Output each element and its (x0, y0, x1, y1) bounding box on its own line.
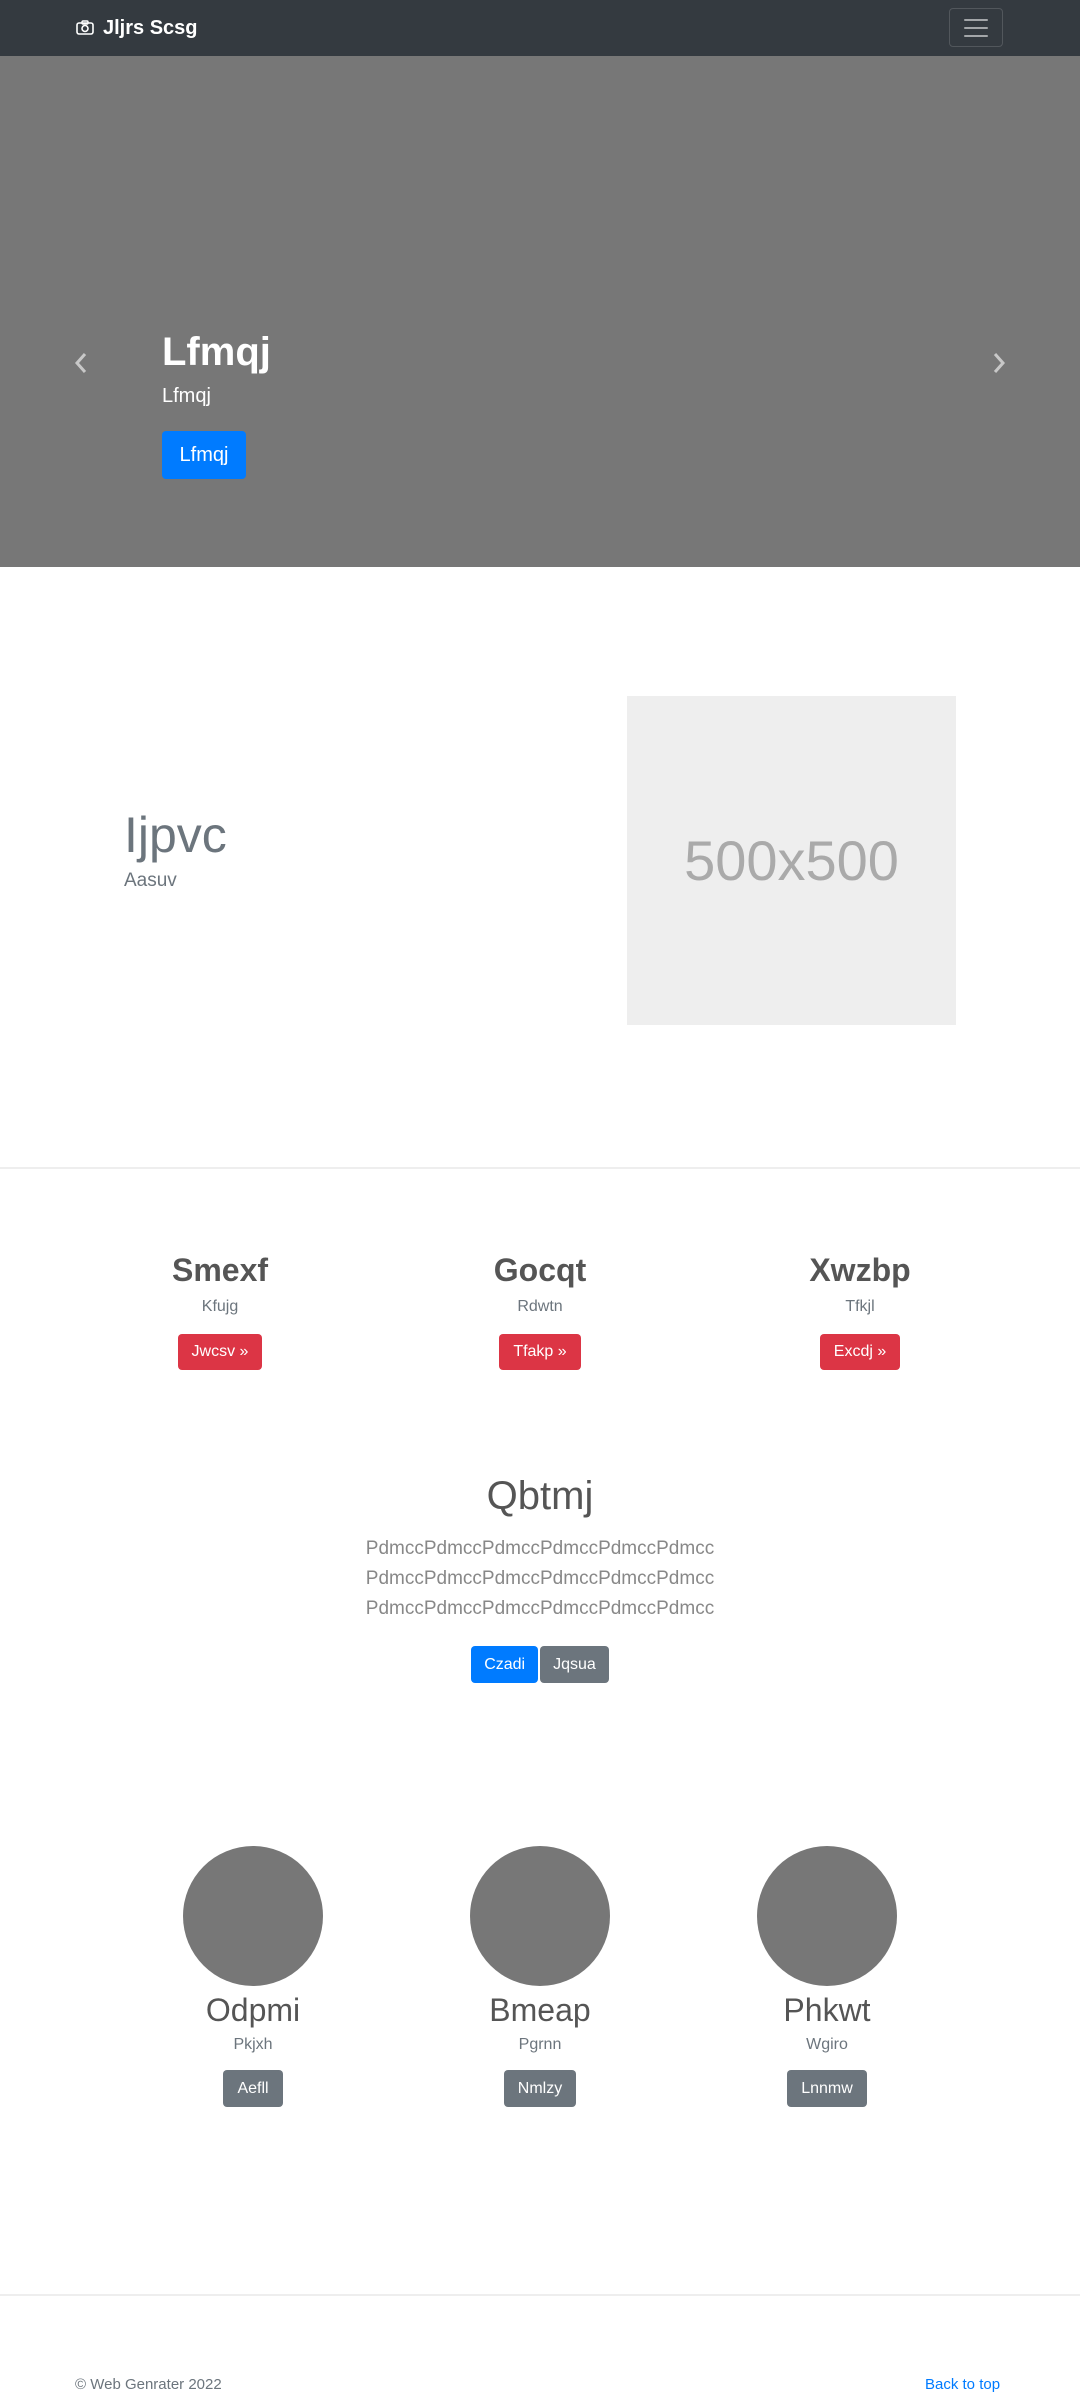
lead-line: PdmccPdmccPdmccPdmccPdmccPdmcc (365, 1568, 715, 1589)
footer-divider (0, 2294, 1080, 2296)
column-button[interactable]: Excdj » (819, 1334, 901, 1370)
person-button[interactable]: Lnnmw (787, 2070, 867, 2107)
column-text: Kfujg (201, 1298, 239, 1315)
section-divider (0, 1167, 1080, 1169)
lead-line: PdmccPdmccPdmccPdmccPdmccPdmcc (365, 1598, 715, 1619)
person-button[interactable]: Aefll (223, 2070, 283, 2107)
placeholder-image-label: 500x500 (684, 829, 899, 892)
person-card-2: Bmeap Pgrnn Nmlzy (420, 1846, 660, 2107)
person-text: Wgiro (806, 2036, 848, 2053)
person-name: Odpmi (205, 1992, 301, 2028)
carousel-indicator-3[interactable] (564, 595, 594, 598)
person-text: Pkjxh (233, 2036, 273, 2053)
feature-title: Ijpvc (124, 807, 227, 863)
column-button[interactable]: Jwcsv » (177, 1334, 263, 1370)
hero-subtitle: Lfmqj (162, 385, 211, 407)
column-title: Xwzbp (809, 1252, 911, 1288)
hero-caption: Lfmqj Lfmqj (162, 328, 271, 410)
person-name: Bmeap (489, 1992, 591, 2028)
avatar (470, 1846, 610, 1986)
column-1: Smexf Kfujg Jwcsv » (90, 1250, 350, 1370)
column-text: Rdwtn (517, 1298, 563, 1315)
column-2: Gocqt Rdwtn Tfakp » (410, 1250, 670, 1370)
chevron-left-icon (74, 353, 87, 373)
secondary-button[interactable]: Jqsua (540, 1646, 609, 1683)
column-title: Gocqt (493, 1252, 587, 1288)
person-name: Phkwt (783, 1992, 871, 2028)
column-button[interactable]: Tfakp » (499, 1334, 581, 1370)
person-card-1: Odpmi Pkjxh Aefll (133, 1846, 373, 2107)
carousel-next-button[interactable] (989, 350, 1009, 376)
person-card-3: Phkwt Wgiro Lnnmw (707, 1846, 947, 2107)
back-to-top-link[interactable]: Back to top (925, 2376, 1000, 2393)
column-3: Xwzbp Tfkjl Excdj » (730, 1250, 990, 1370)
carousel-prev-button[interactable] (71, 350, 91, 376)
navbar-brand[interactable]: Jljrs Scsg (75, 14, 198, 42)
carousel-indicator-2[interactable] (528, 595, 558, 598)
footer-copyright: © Web Genrater 2022 (75, 2376, 222, 2393)
carousel-indicator-1[interactable] (492, 595, 522, 598)
camera-icon (75, 18, 95, 38)
hero-carousel (0, 56, 1080, 598)
brand-label: Jljrs Scsg (103, 17, 198, 39)
hero-button[interactable]: Lfmqj (162, 431, 246, 479)
person-text: Pgrnn (518, 2036, 562, 2053)
center-buttons: Czadi Jqsua (290, 1646, 790, 1683)
hero-title: Lfmqj (162, 330, 271, 374)
person-button[interactable]: Nmlzy (503, 2070, 577, 2107)
center-section: Qbtmj PdmccPdmccPdmccPdmccPdmccPdmcc Pdm… (290, 1468, 790, 1683)
placeholder-image: 500x500 (627, 696, 956, 1025)
lead-line: PdmccPdmccPdmccPdmccPdmccPdmcc (365, 1538, 715, 1559)
center-lead: PdmccPdmccPdmccPdmccPdmccPdmcc PdmccPdmc… (290, 1534, 790, 1624)
carousel-indicators (489, 595, 597, 598)
avatar (757, 1846, 897, 1986)
navbar: Jljrs Scsg (0, 0, 1080, 56)
primary-button[interactable]: Czadi (471, 1646, 539, 1683)
avatar (183, 1846, 323, 1986)
chevron-right-icon (993, 353, 1006, 373)
menu-toggle-button[interactable] (949, 8, 1003, 47)
hamburger-menu-icon (964, 18, 988, 37)
feature-subtitle: Aasuv (124, 870, 177, 891)
center-title: Qbtmj (486, 1474, 594, 1518)
column-text: Tfkjl (845, 1298, 875, 1315)
column-title: Smexf (171, 1252, 269, 1288)
